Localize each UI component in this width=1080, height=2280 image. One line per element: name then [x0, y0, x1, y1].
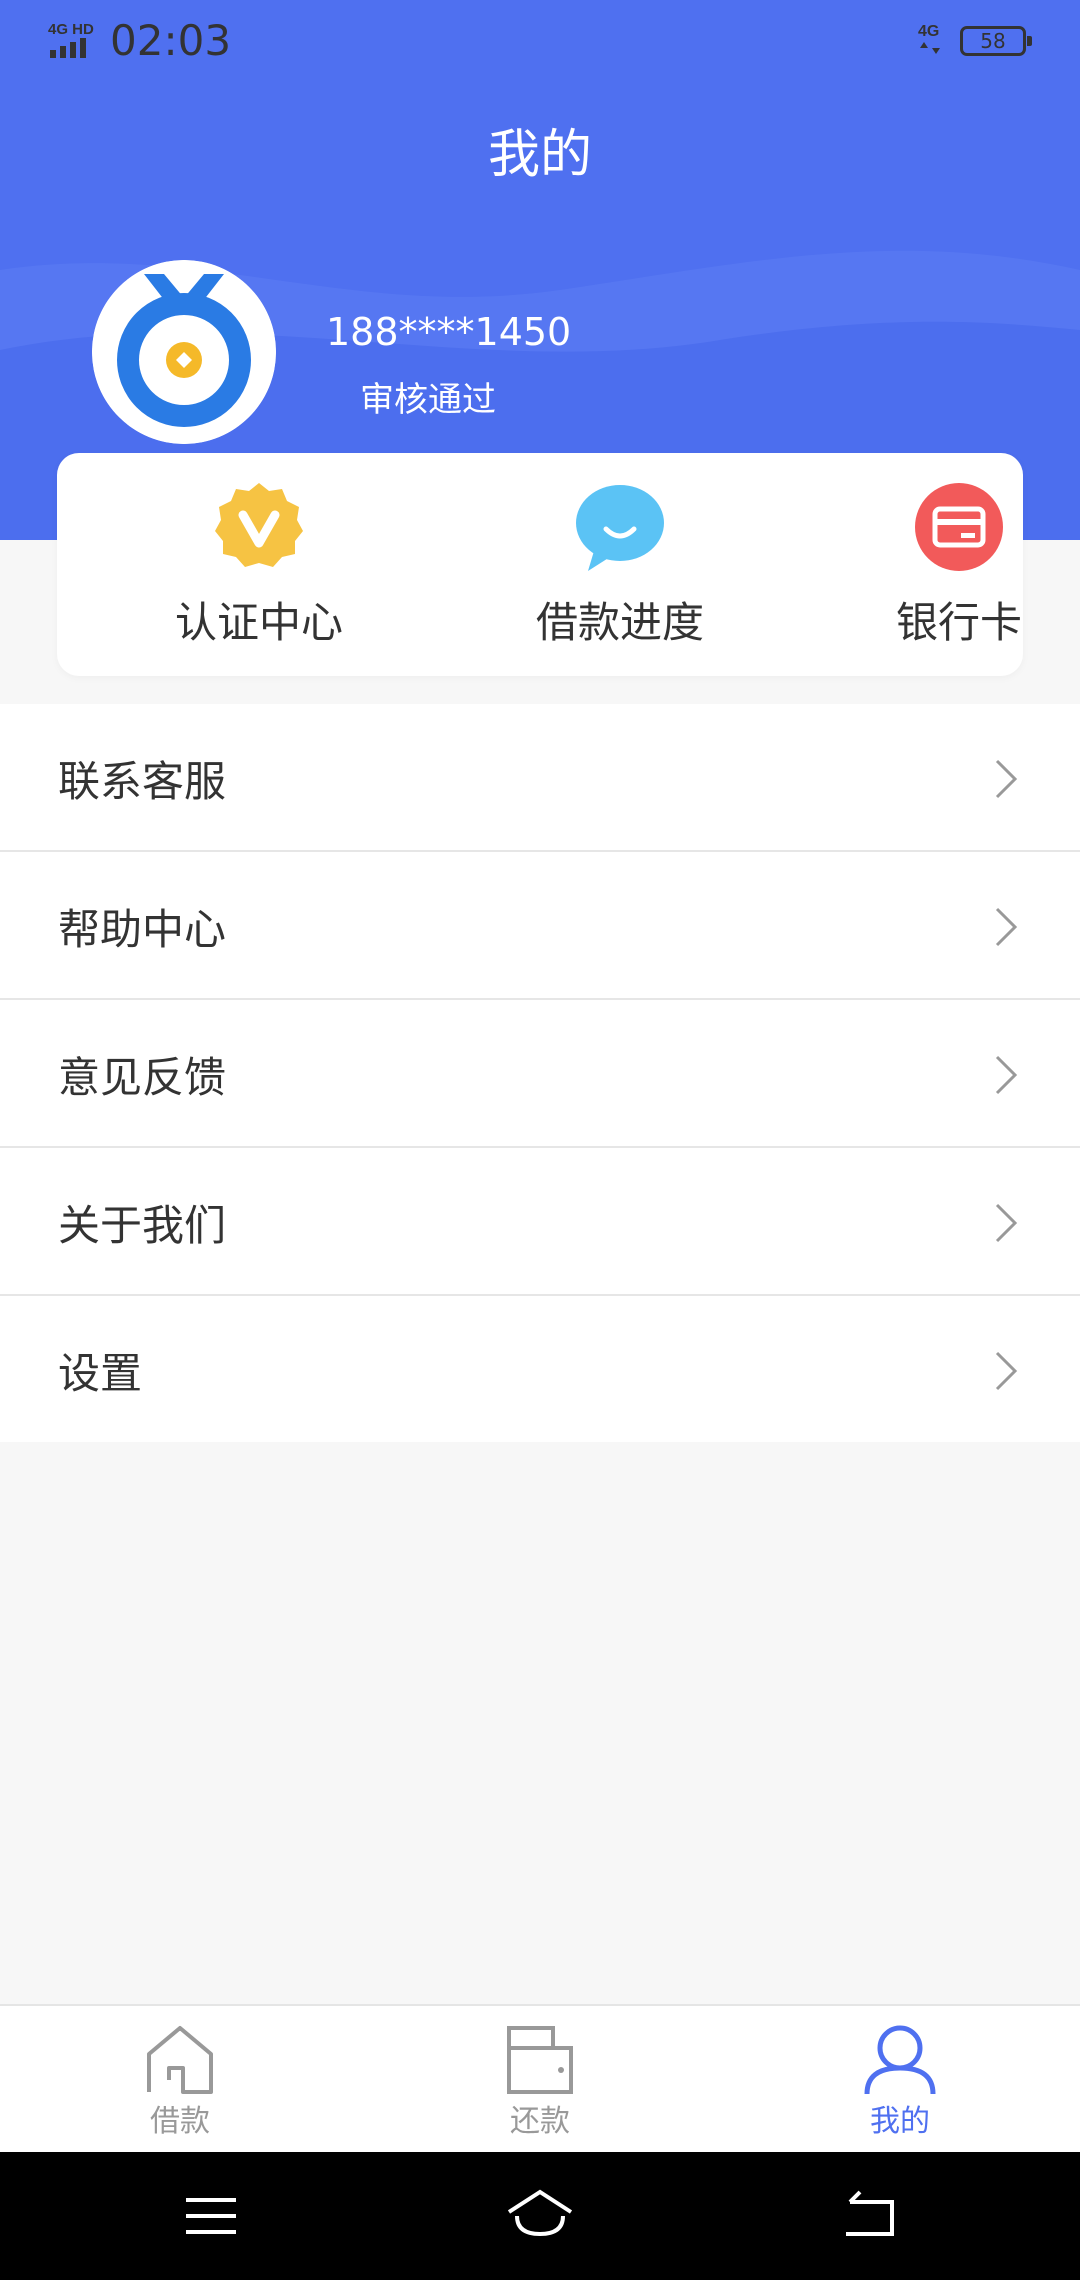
bank-card-icon: [915, 483, 1003, 571]
quick-action-label: 银行卡: [895, 598, 1022, 647]
tab-label: 还款: [510, 2104, 570, 2139]
avatar[interactable]: [92, 260, 276, 444]
status-bar: 4G HD 02:03 4G 58: [0, 0, 1080, 84]
menu-icon[interactable]: [176, 2182, 246, 2250]
tab-repay[interactable]: 还款: [440, 2024, 640, 2140]
menu-item-help-center[interactable]: 帮助中心: [0, 852, 1080, 1000]
menu-item-contact-service[interactable]: 联系客服: [0, 704, 1080, 852]
menu-item-label: 设置: [58, 1349, 143, 1398]
chat-bubble-icon: [576, 485, 664, 571]
tab-label: 我的: [870, 2104, 930, 2139]
app-logo-icon: [92, 260, 276, 444]
back-icon[interactable]: [836, 2182, 906, 2250]
page-title: 我的: [487, 125, 592, 185]
svg-text:4G: 4G: [918, 23, 939, 40]
chevron-right-icon: [995, 1055, 1018, 1095]
tab-label: 借款: [150, 2104, 210, 2139]
bottom-tab-bar: 借款 还款 我的: [0, 2004, 1080, 2154]
settings-menu: 联系客服 帮助中心 意见反馈 关于我们 设置: [0, 704, 1080, 1442]
menu-item-label: 关于我们: [58, 1201, 227, 1250]
status-time: 02:03: [110, 16, 232, 65]
system-nav-bar: [0, 2152, 1080, 2280]
quick-action-bank-card[interactable]: 银行卡: [839, 481, 1079, 650]
user-phone: 188****1450: [326, 310, 572, 354]
review-status: 审核通过: [360, 380, 496, 420]
home-icon: [147, 2026, 213, 2094]
chevron-right-icon: [995, 1203, 1018, 1243]
menu-item-about-us[interactable]: 关于我们: [0, 1148, 1080, 1296]
chevron-right-icon: [995, 1351, 1018, 1391]
quick-action-loan-progress[interactable]: 借款进度: [500, 481, 740, 650]
menu-item-label: 联系客服: [58, 757, 227, 806]
verified-badge-icon: [215, 483, 303, 567]
svg-text:4G HD: 4G HD: [48, 21, 94, 38]
signal-strength-icon: 4G HD: [48, 21, 94, 58]
quick-action-label: 借款进度: [535, 598, 704, 647]
chevron-right-icon: [995, 759, 1018, 799]
quick-action-label: 认证中心: [174, 598, 343, 647]
quick-actions-card: 认证中心 借款进度 银行卡: [57, 453, 1023, 676]
menu-item-label: 帮助中心: [58, 905, 227, 954]
menu-item-feedback[interactable]: 意见反馈: [0, 1000, 1080, 1148]
tab-borrow[interactable]: 借款: [80, 2024, 280, 2140]
chevron-right-icon: [995, 907, 1018, 947]
menu-item-label: 意见反馈: [58, 1053, 227, 1102]
home-nav-icon[interactable]: [505, 2182, 575, 2250]
menu-item-settings[interactable]: 设置: [0, 1296, 1080, 1442]
mobile-data-icon: 4G: [918, 23, 940, 54]
tab-mine[interactable]: 我的: [800, 2024, 1000, 2140]
user-icon: [864, 2025, 936, 2095]
wallet-icon: [507, 2026, 573, 2094]
quick-action-certification[interactable]: 认证中心: [139, 481, 379, 650]
battery-icon: 58: [960, 26, 1032, 56]
